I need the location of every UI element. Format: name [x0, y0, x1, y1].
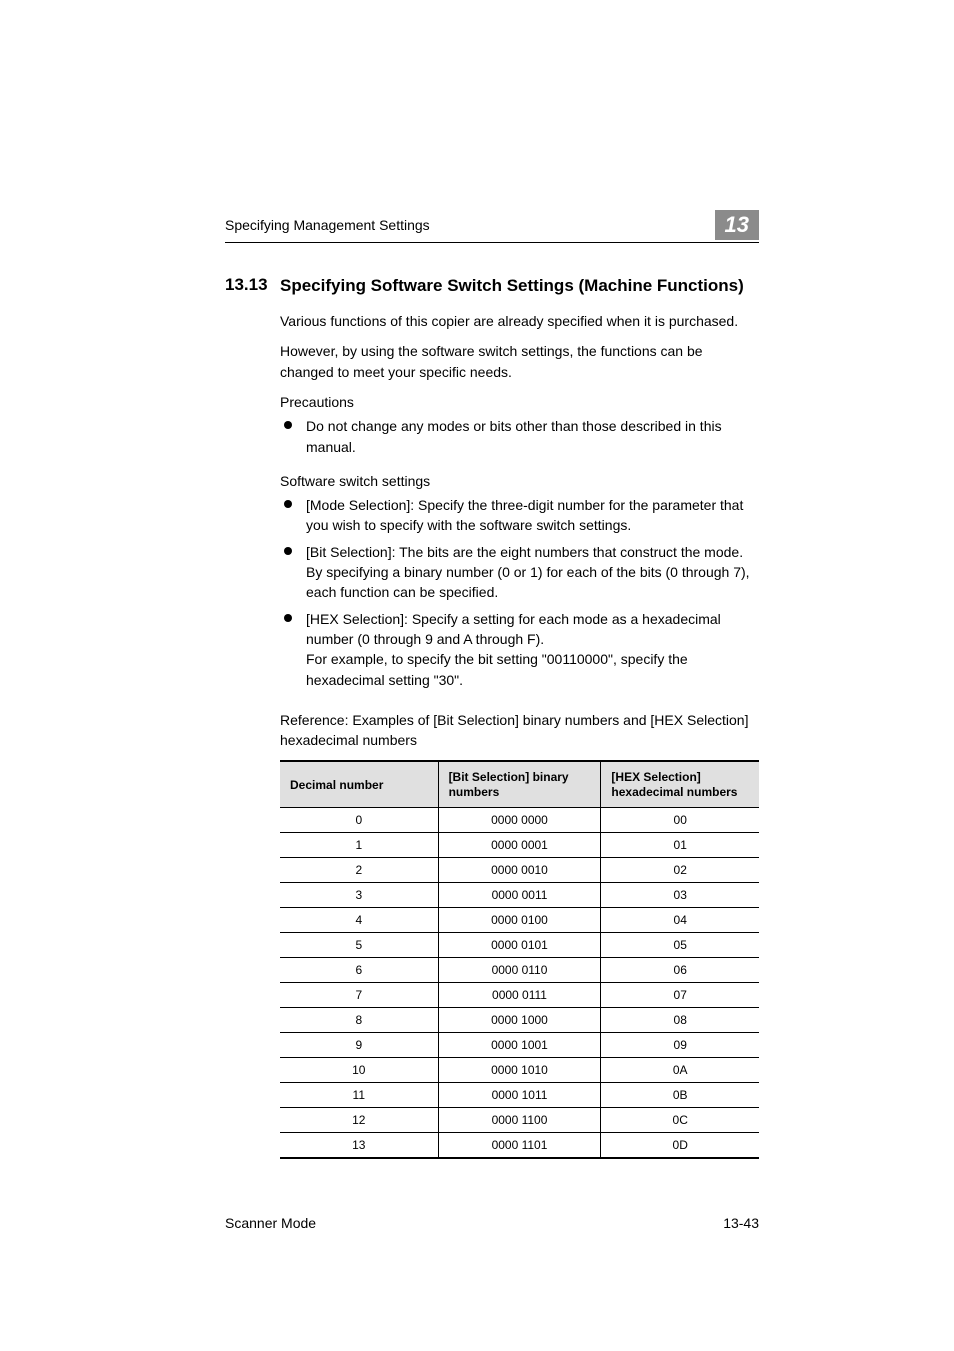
- cell-dec: 2: [280, 858, 438, 883]
- cell-hex: 0C: [601, 1108, 759, 1133]
- section-heading: 13.13 Specifying Software Switch Setting…: [225, 275, 759, 297]
- cell-dec: 6: [280, 958, 438, 983]
- reference-label: Reference: Examples of [Bit Selection] b…: [280, 710, 759, 751]
- cell-dec: 7: [280, 983, 438, 1008]
- table-header-row: Decimal number [Bit Selection] binary nu…: [280, 761, 759, 807]
- list-item: Do not change any modes or bits other th…: [280, 416, 759, 457]
- section-number: 13.13: [225, 275, 280, 295]
- conversion-table: Decimal number [Bit Selection] binary nu…: [280, 760, 759, 1159]
- cell-dec: 12: [280, 1108, 438, 1133]
- cell-dec: 9: [280, 1033, 438, 1058]
- table-row: 100000 10100A: [280, 1058, 759, 1083]
- cell-bit: 0000 1010: [438, 1058, 601, 1083]
- table-row: 40000 010004: [280, 908, 759, 933]
- software-switch-heading: Software switch settings: [280, 471, 759, 491]
- table-row: 60000 011006: [280, 958, 759, 983]
- list-item-text: Do not change any modes or bits other th…: [306, 418, 722, 454]
- cell-hex: 0B: [601, 1083, 759, 1108]
- cell-dec: 0: [280, 808, 438, 833]
- table-row: 130000 11010D: [280, 1133, 759, 1159]
- table-row: 50000 010105: [280, 933, 759, 958]
- page-header: Specifying Management Settings 13: [225, 210, 759, 243]
- page-footer: Scanner Mode 13-43: [225, 1215, 759, 1231]
- section-body: Various functions of this copier are alr…: [280, 311, 759, 750]
- cell-hex: 01: [601, 833, 759, 858]
- cell-dec: 4: [280, 908, 438, 933]
- table-row: 10000 000101: [280, 833, 759, 858]
- list-item-text: [Bit Selection]: The bits are the eight …: [306, 544, 750, 601]
- cell-bit: 0000 0101: [438, 933, 601, 958]
- cell-bit: 0000 0100: [438, 908, 601, 933]
- cell-dec: 8: [280, 1008, 438, 1033]
- cell-hex: 07: [601, 983, 759, 1008]
- cell-hex: 06: [601, 958, 759, 983]
- list-item: [Bit Selection]: The bits are the eight …: [280, 542, 759, 603]
- cell-dec: 13: [280, 1133, 438, 1159]
- table-row: 90000 100109: [280, 1033, 759, 1058]
- cell-bit: 0000 0011: [438, 883, 601, 908]
- cell-bit: 0000 0111: [438, 983, 601, 1008]
- cell-dec: 5: [280, 933, 438, 958]
- cell-bit: 0000 0000: [438, 808, 601, 833]
- cell-hex: 02: [601, 858, 759, 883]
- footer-right: 13-43: [723, 1215, 759, 1231]
- table-row: 20000 001002: [280, 858, 759, 883]
- cell-bit: 0000 1001: [438, 1033, 601, 1058]
- table-row: 120000 11000C: [280, 1108, 759, 1133]
- cell-hex: 00: [601, 808, 759, 833]
- cell-bit: 0000 0010: [438, 858, 601, 883]
- table-row: 80000 100008: [280, 1008, 759, 1033]
- col-header-hex: [HEX Selection] hexadecimal numbers: [601, 761, 759, 807]
- table-container: Decimal number [Bit Selection] binary nu…: [280, 760, 759, 1159]
- list-item-text: [Mode Selection]: Specify the three-digi…: [306, 497, 743, 533]
- chapter-number-chip: 13: [715, 210, 759, 240]
- list-item: [HEX Selection]: Specify a setting for e…: [280, 609, 759, 690]
- cell-hex: 09: [601, 1033, 759, 1058]
- cell-hex: 03: [601, 883, 759, 908]
- cell-bit: 0000 1000: [438, 1008, 601, 1033]
- cell-bit: 0000 1011: [438, 1083, 601, 1108]
- section-title: Specifying Software Switch Settings (Mac…: [280, 275, 744, 297]
- table-row: 70000 011107: [280, 983, 759, 1008]
- footer-left: Scanner Mode: [225, 1215, 316, 1231]
- table-body: 00000 000000 10000 000101 20000 001002 3…: [280, 808, 759, 1159]
- cell-bit: 0000 1101: [438, 1133, 601, 1159]
- page-container: Specifying Management Settings 13 13.13 …: [0, 0, 954, 1351]
- col-header-bit: [Bit Selection] binary numbers: [438, 761, 601, 807]
- table-row: 110000 10110B: [280, 1083, 759, 1108]
- list-item-text: [HEX Selection]: Specify a setting for e…: [306, 611, 721, 688]
- cell-bit: 0000 1100: [438, 1108, 601, 1133]
- cell-hex: 04: [601, 908, 759, 933]
- cell-bit: 0000 0110: [438, 958, 601, 983]
- table-row: 30000 001103: [280, 883, 759, 908]
- list-item: [Mode Selection]: Specify the three-digi…: [280, 495, 759, 536]
- precautions-heading: Precautions: [280, 392, 759, 412]
- cell-dec: 1: [280, 833, 438, 858]
- table-row: 00000 000000: [280, 808, 759, 833]
- cell-hex: 0D: [601, 1133, 759, 1159]
- cell-hex: 08: [601, 1008, 759, 1033]
- intro-para-2: However, by using the software switch se…: [280, 341, 759, 382]
- precautions-list: Do not change any modes or bits other th…: [280, 416, 759, 457]
- col-header-decimal: Decimal number: [280, 761, 438, 807]
- software-switch-list: [Mode Selection]: Specify the three-digi…: [280, 495, 759, 690]
- cell-dec: 10: [280, 1058, 438, 1083]
- cell-dec: 3: [280, 883, 438, 908]
- running-head: Specifying Management Settings: [225, 217, 430, 233]
- intro-para-1: Various functions of this copier are alr…: [280, 311, 759, 331]
- cell-dec: 11: [280, 1083, 438, 1108]
- cell-bit: 0000 0001: [438, 833, 601, 858]
- cell-hex: 0A: [601, 1058, 759, 1083]
- cell-hex: 05: [601, 933, 759, 958]
